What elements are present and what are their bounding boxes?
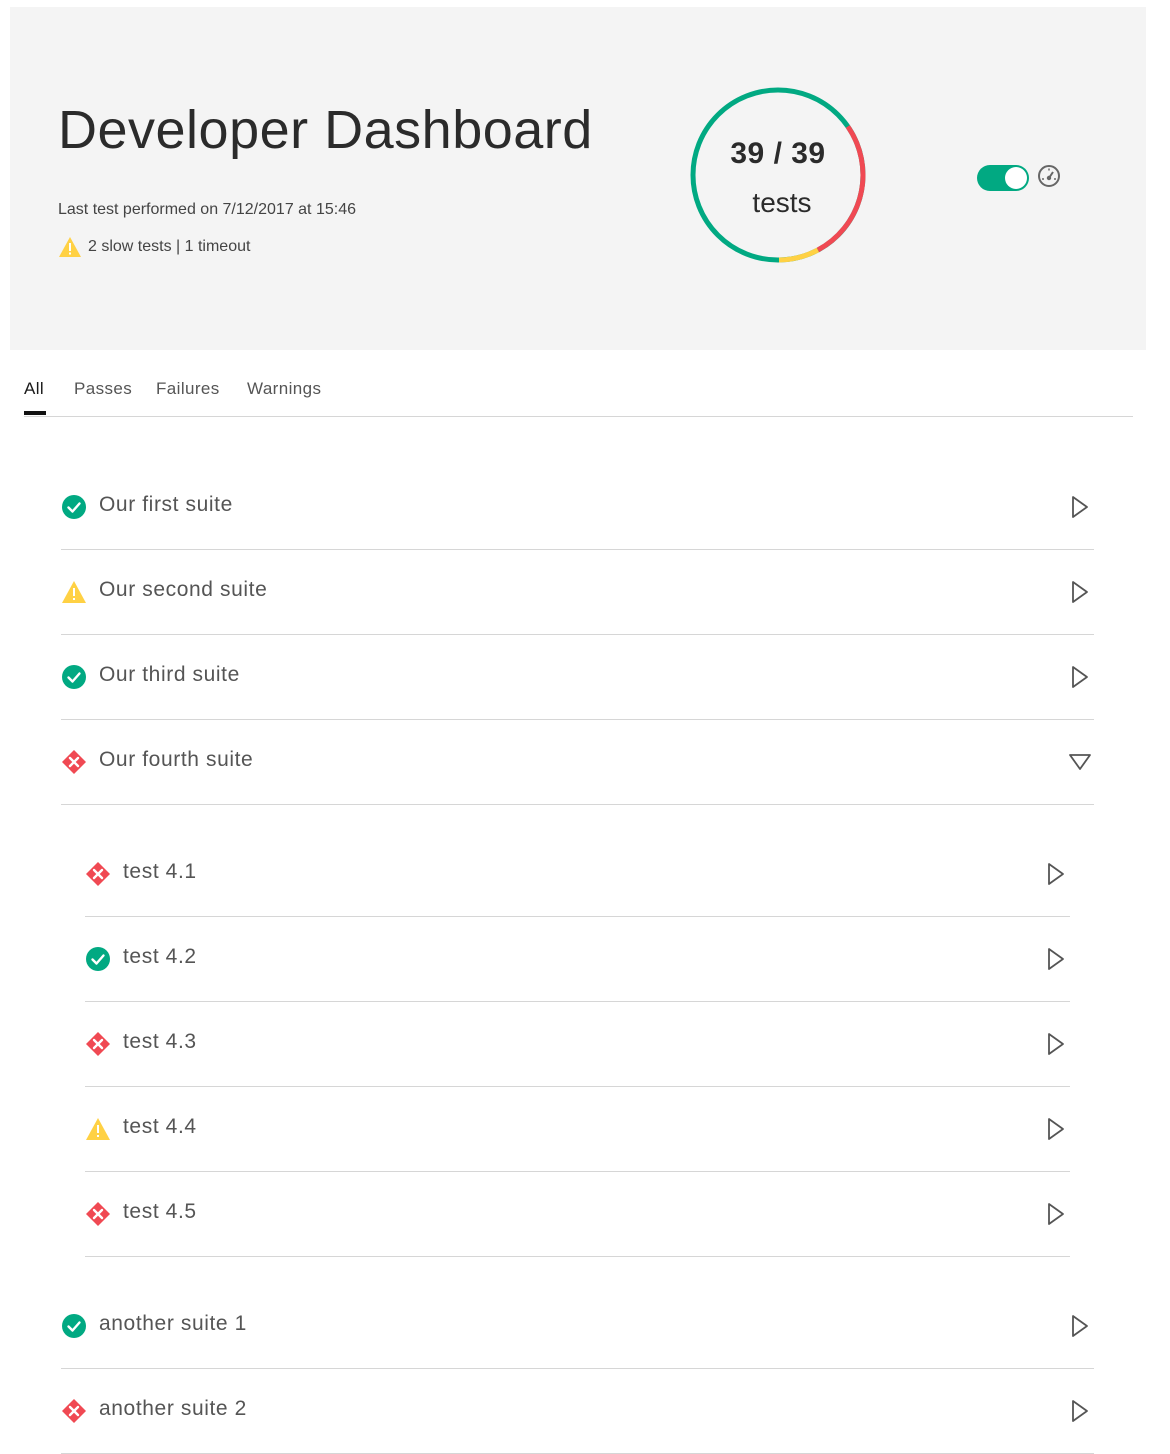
suite-name: Our second suite — [99, 578, 268, 601]
page-title: Developer Dashboard — [58, 100, 593, 160]
test-row[interactable]: test 4.4 — [85, 1086, 1070, 1172]
test-count-label: tests — [752, 187, 812, 218]
expand-triangle-icon[interactable] — [1046, 862, 1066, 886]
suite-row[interactable]: Our first suite — [61, 464, 1094, 550]
tab-failures[interactable]: Failures — [156, 379, 220, 399]
suite-name: another suite 1 — [99, 1312, 247, 1335]
warning-summary-text: 2 slow tests | 1 timeout — [88, 238, 251, 255]
toggle-knob — [1005, 167, 1027, 189]
test-row[interactable]: test 4.2 — [85, 916, 1070, 1002]
expand-triangle-icon[interactable] — [1046, 947, 1066, 971]
dashboard-header: Developer Dashboard Last test performed … — [10, 7, 1146, 350]
page: Developer Dashboard Last test performed … — [10, 7, 1146, 1454]
expand-triangle-icon[interactable] — [1070, 580, 1090, 604]
suite-row[interactable]: another suite 1 — [61, 1283, 1094, 1369]
status-warning-icon — [62, 581, 86, 603]
test-summary-donut — [690, 87, 866, 263]
status-critical-icon — [86, 1032, 110, 1056]
expand-triangle-icon[interactable] — [1070, 495, 1090, 519]
suite-row[interactable]: another suite 2 — [61, 1368, 1094, 1454]
test-name: test 4.5 — [123, 1200, 197, 1223]
warning-summary: 2 slow tests | 1 timeout — [58, 236, 250, 258]
last-test-text: Last test performed on 7/12/2017 at 15:4… — [58, 201, 356, 218]
status-ok-icon — [62, 665, 86, 689]
test-row[interactable]: test 4.3 — [85, 1001, 1070, 1087]
test-row[interactable]: test 4.1 — [85, 831, 1070, 917]
test-name: test 4.2 — [123, 945, 197, 968]
status-ok-icon — [62, 495, 86, 519]
status-warning-icon — [86, 1118, 110, 1140]
dashboard-settings-icon[interactable] — [1037, 164, 1061, 188]
suite-row[interactable]: Our third suite — [61, 634, 1094, 720]
suite-name: Our first suite — [99, 493, 233, 516]
warning-icon — [59, 237, 81, 257]
test-name: test 4.1 — [123, 860, 197, 883]
filter-tabs: All Passes Failures Warnings — [24, 371, 1133, 417]
suite-row[interactable]: Our fourth suite — [61, 719, 1094, 805]
status-critical-icon — [62, 750, 86, 774]
expand-triangle-icon[interactable] — [1046, 1117, 1066, 1141]
expand-triangle-icon[interactable] — [1046, 1032, 1066, 1056]
active-tab-indicator — [24, 411, 46, 415]
status-ok-icon — [62, 1314, 86, 1338]
status-ok-icon — [86, 947, 110, 971]
suite-name: Our third suite — [99, 663, 240, 686]
suite-name: Our fourth suite — [99, 748, 254, 771]
expand-triangle-icon[interactable] — [1070, 1399, 1090, 1423]
test-name: test 4.3 — [123, 1030, 197, 1053]
test-row[interactable]: test 4.5 — [85, 1171, 1070, 1257]
expand-triangle-icon[interactable] — [1070, 665, 1090, 689]
expand-triangle-icon[interactable] — [1070, 1314, 1090, 1338]
tab-passes[interactable]: Passes — [74, 379, 132, 399]
status-critical-icon — [86, 1202, 110, 1226]
suite-name: another suite 2 — [99, 1397, 247, 1420]
status-critical-icon — [62, 1399, 86, 1423]
tab-all[interactable]: All — [24, 379, 44, 399]
tab-warnings[interactable]: Warnings — [247, 379, 321, 399]
suite-row[interactable]: Our second suite — [61, 549, 1094, 635]
test-name: test 4.4 — [123, 1115, 197, 1138]
view-toggle[interactable] — [977, 165, 1029, 191]
collapse-triangle-icon[interactable] — [1068, 752, 1092, 772]
test-count: 39 / 39 — [730, 137, 826, 170]
status-critical-icon — [86, 862, 110, 886]
expand-triangle-icon[interactable] — [1046, 1202, 1066, 1226]
